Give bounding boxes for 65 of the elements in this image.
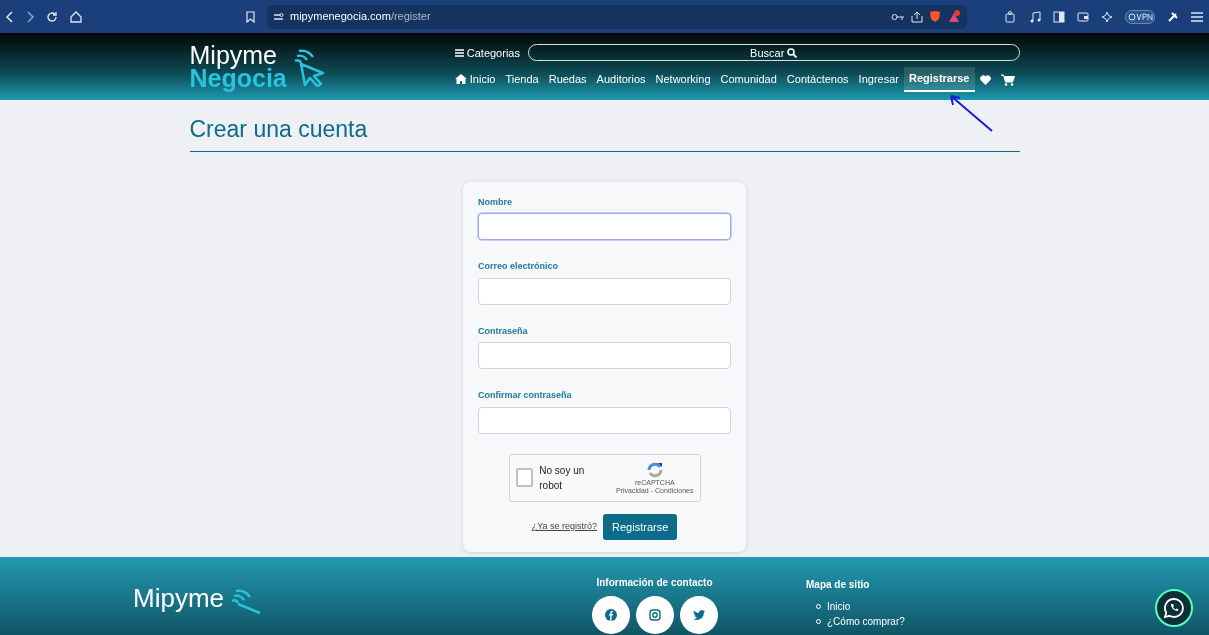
field-label: Contraseña [478,324,529,338]
bullet-icon [816,619,821,624]
reload-icon[interactable] [46,10,58,23]
footer-heading: Información de contacto [596,576,713,590]
input-field[interactable] [478,342,731,369]
wallet-icon[interactable] [1077,10,1089,23]
bookmark-icon[interactable] [246,10,255,23]
music-icon[interactable] [1029,10,1041,23]
footer-logo-text: Mipyme [133,587,224,611]
facebook-icon [604,609,617,621]
field-label: Correo electrónico [478,260,560,273]
nav-link[interactable]: Inicio [449,68,501,91]
input-field[interactable] [478,213,731,240]
captcha-label: No soy un robot [539,463,586,493]
sitemap-link[interactable]: Inicio [827,599,851,614]
home-icon [454,74,467,85]
instagram-button[interactable] [635,596,674,634]
categories-button[interactable]: Categorias [449,41,525,64]
field-label: Nombre [478,195,513,209]
sparkle-icon[interactable] [1101,10,1113,23]
field-label: Confirmar contraseña [478,389,573,402]
input-field[interactable] [478,277,731,305]
whatsapp-button[interactable] [1155,589,1193,627]
input-field[interactable] [478,406,731,434]
captcha-checkbox[interactable] [515,468,534,487]
sitemap-link[interactable]: ¿Cómo comprar? [827,614,905,629]
address-bar[interactable]: mipymenegocia.com/register [267,4,967,29]
nav-link[interactable]: Networking [650,68,716,91]
login-link[interactable]: ¿Ya se registró? [531,520,598,534]
annotation-arrow [948,93,994,133]
puzzle-icon[interactable] [1005,10,1017,23]
search-icon [787,47,798,58]
twitter-button[interactable] [679,596,718,634]
nav-link[interactable]: Contáctenos [781,68,854,91]
menu-icon [454,48,464,57]
home-icon[interactable] [70,10,82,23]
nav-link[interactable]: Registrarse [903,67,975,92]
page-title: Crear una cuenta [189,112,1020,152]
nav-link[interactable]: Ingresar [853,68,904,91]
nav-link[interactable]: Ruedas [543,68,592,91]
nav-link[interactable]: Comunidad [715,68,782,91]
forward-icon[interactable] [26,10,34,23]
instagram-icon [648,609,661,621]
triangle-icon[interactable] [947,10,961,23]
nav-link[interactable]: Auditorios [591,68,651,91]
sidebar-icon[interactable] [1053,10,1065,23]
tool-icon[interactable] [1167,10,1179,23]
key-icon[interactable] [891,12,905,21]
nav-link[interactable]: Tienda [500,68,544,91]
logo-text[interactable]: Mipyme [189,44,287,67]
cart-icon[interactable] [1000,74,1015,87]
back-icon[interactable] [6,10,14,23]
url-text[interactable]: mipymenegocia.com/register [290,8,431,25]
site-settings-icon[interactable] [273,11,284,22]
chat-phone-icon [1163,597,1185,619]
bird-icon [692,610,705,620]
share-icon[interactable] [911,10,923,23]
bullet-icon [816,604,821,609]
heart-icon[interactable] [979,75,991,86]
facebook-button[interactable] [591,596,630,634]
register-button[interactable]: Registrarse [603,513,678,540]
menu-icon[interactable] [1191,11,1203,22]
vpn-badge-icon[interactable] [1125,9,1155,24]
footer-heading: Mapa de sitio [806,579,870,590]
lion-shield-icon[interactable] [929,10,941,23]
